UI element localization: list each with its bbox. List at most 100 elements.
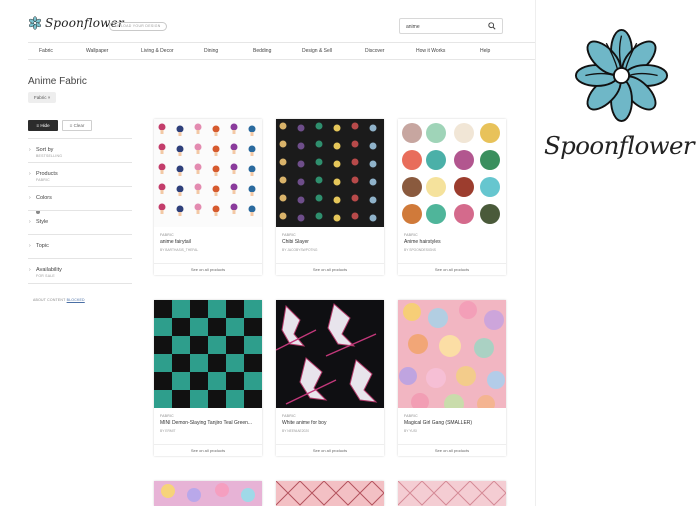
product-card[interactable]: FABRIC Magical Girl Gang (SMALLER) BY YU… [398,300,506,456]
product-designer[interactable]: BY SPOONDESIGNS [404,248,436,252]
product-card[interactable] [275,480,385,506]
filter-title: Style [36,219,49,225]
filter-title: Products [36,171,58,177]
blocked-link[interactable]: BLOCKED [67,298,85,302]
product-designer[interactable]: BY ERMIT [160,429,176,433]
fabric-swatch-image [276,119,384,227]
chevron-right-icon: › [29,267,31,273]
search-box [399,18,503,34]
product-card[interactable]: FABRIC MINI Demon-Slaying Tanjiro Teal G… [154,300,262,456]
filter-sort-by[interactable]: › Sort by BESTSELLING [28,138,132,162]
see-all-products-link[interactable]: See on all products [154,263,262,275]
nav-discover[interactable]: Discover [365,48,384,54]
about-content-note: ABOUT CONTENT BLOCKED [33,298,85,302]
filter-products[interactable]: › Products FABRIC [28,162,132,186]
nav-dining[interactable]: Dining [204,48,218,54]
product-type: FABRIC [160,233,174,237]
product-type: FABRIC [404,233,418,237]
product-title[interactable]: anime fairytail [160,239,258,245]
filter-availability[interactable]: › Availability FOR SALE [28,258,132,284]
nav-living-decor[interactable]: Living & Decor [141,48,174,54]
fabric-swatch-image [154,300,262,408]
hide-filters-button[interactable]: ≡ Hide [28,120,58,131]
product-title[interactable]: MINI Demon-Slaying Tanjiro Teal Green... [160,420,258,426]
see-all-products-link[interactable]: See on all products [276,263,384,275]
search-input[interactable] [406,22,486,31]
product-type: FABRIC [160,414,174,418]
about-text: ABOUT CONTENT [33,298,66,302]
chevron-right-icon: › [29,195,31,201]
product-card[interactable] [397,480,507,506]
filter-title: Colors [36,195,52,201]
chibi-slayer-pattern [276,119,384,227]
filter-value: BESTSELLING [36,154,63,158]
fabric-swatch-image [275,480,385,506]
nav-design-sell[interactable]: Design & Sell [302,48,332,54]
product-designer[interactable]: BY YUSI [404,429,417,433]
see-all-products-link[interactable]: See on all products [276,444,384,456]
nav-wallpaper[interactable]: Wallpaper [86,48,108,54]
see-all-products-link[interactable]: See on all products [398,444,506,456]
fabric-swatch-image [397,480,507,506]
brand-logo: Spoonflower [544,28,699,198]
fabric-swatch-image [154,481,262,506]
clear-label: Clear [73,123,85,128]
main-nav: Fabric Wallpaper Living & Decor Dining B… [28,42,536,60]
product-card[interactable]: FABRIC Anime hairstyles BY SPOONDESIGNS … [398,119,506,275]
product-title[interactable]: White anime for boy [282,420,380,426]
chevron-right-icon: › [29,243,31,249]
filter-title: Availability [36,267,62,273]
product-card[interactable]: FABRIC anime fairytail BY BARTHASIS_THEF… [154,119,262,275]
hide-label: Hide [40,123,50,128]
filter-value: FOR SALE [36,274,55,278]
clear-filters-button[interactable]: ≡ Clear [62,120,92,131]
site-header: Spoonflower UPLOAD YOUR DESIGN [0,0,536,42]
fabric-swatch-image [154,119,262,227]
filter-style[interactable]: › Style [28,210,132,234]
upload-design-button[interactable]: UPLOAD YOUR DESIGN [109,22,167,31]
product-card[interactable]: FABRIC White anime for boy BY NEENIAE202… [276,300,384,456]
flower-logo-icon [29,16,41,30]
product-designer[interactable]: BY NEENIAE2020 [282,429,309,433]
product-card[interactable] [154,481,262,506]
chevron-right-icon: › [29,219,31,225]
page-title: Anime Fabric [28,76,87,87]
filter-colors[interactable]: › Colors [28,186,132,214]
product-designer[interactable]: BY BARTHASIS_THEFAL [160,248,198,252]
fabric-swatch-image [398,300,506,408]
product-type: FABRIC [404,414,418,418]
product-type: FABRIC [282,414,296,418]
product-card[interactable]: FABRIC Chibi Slayer BY JACOBYSWPOTNG See… [276,119,384,275]
fabric-swatch-image [398,119,506,227]
see-all-products-link[interactable]: See on all products [154,444,262,456]
product-type: FABRIC [282,233,296,237]
hairstyles-pattern [398,119,506,227]
chevron-right-icon: › [29,171,31,177]
checkered-pattern [154,300,262,408]
filter-panel: › Sort by BESTSELLING › Products FABRIC … [28,138,132,284]
nav-help[interactable]: Help [480,48,490,54]
filter-title: Sort by [36,147,54,153]
filter-topic[interactable]: › Topic [28,234,132,258]
fabric-swatch-image [276,300,384,408]
product-title[interactable]: Anime hairstyles [404,239,502,245]
nav-bedding[interactable]: Bedding [253,48,271,54]
flower-logo-icon [574,28,669,123]
product-title[interactable]: Chibi Slayer [282,239,380,245]
active-filter-chip[interactable]: Fabric × [28,92,57,103]
nav-fabric[interactable]: Fabric [39,48,53,54]
website-screenshot: Spoonflower UPLOAD YOUR DESIGN Fabric Wa… [0,0,536,506]
nav-how-it-works[interactable]: How it Works [416,48,445,54]
see-all-products-link[interactable]: See on all products [398,263,506,275]
filter-title: Topic [36,243,49,249]
brand-wordmark: Spoonflower [544,131,695,160]
fairytail-pattern [154,119,262,227]
divider [535,0,536,506]
anime-character-pattern [276,300,384,408]
chevron-right-icon: › [29,147,31,153]
product-title[interactable]: Magical Girl Gang (SMALLER) [404,420,502,426]
search-icon[interactable] [488,22,496,30]
magical-girl-pattern [398,300,506,408]
filter-value: FABRIC [36,178,50,182]
product-designer[interactable]: BY JACOBYSWPOTNG [282,248,317,252]
